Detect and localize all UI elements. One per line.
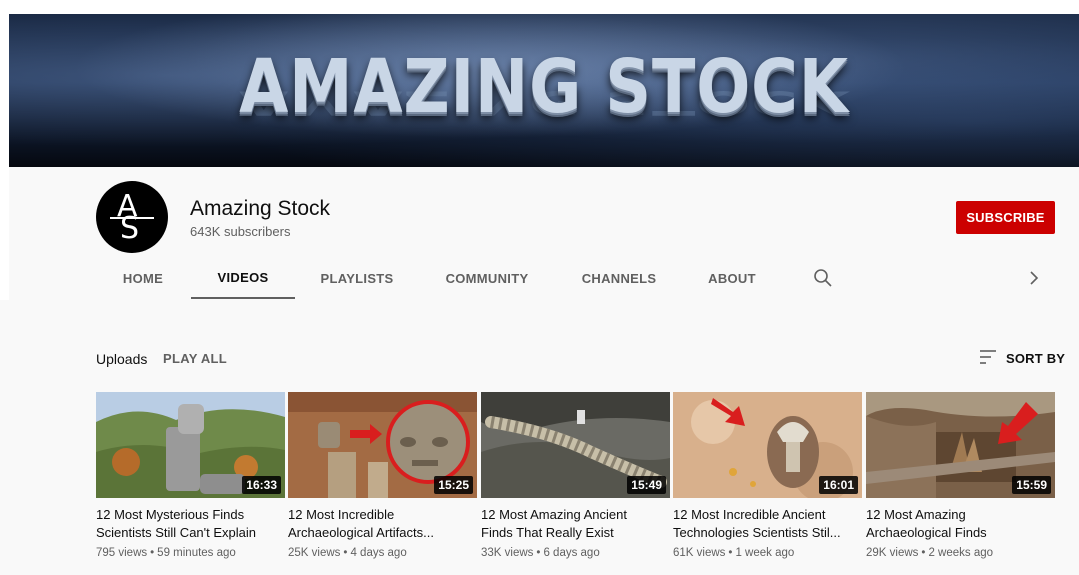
video-duration: 15:49 — [627, 476, 666, 494]
video-thumbnail[interactable]: 16:01 — [673, 392, 862, 498]
avatar-letter-s: S — [120, 211, 140, 246]
videos-section: Uploads PLAY ALL SORT BY 16:33 12 Most M… — [0, 300, 1079, 575]
tab-channels[interactable]: CHANNELS — [569, 258, 669, 299]
video-title-line: 12 Most Amazing Ancient — [481, 507, 627, 522]
video-meta: 25K views • 4 days ago — [288, 547, 477, 559]
video-meta: 29K views • 2 weeks ago — [866, 547, 1055, 559]
upload-age: 6 days ago — [543, 547, 600, 559]
video-meta: 795 views • 59 minutes ago — [96, 547, 285, 559]
upload-age: 4 days ago — [350, 547, 407, 559]
video-card[interactable]: 15:25 12 Most Incredible Archaeological … — [288, 392, 477, 559]
video-title[interactable]: 12 Most Incredible Ancient Technologies … — [673, 506, 862, 542]
view-count: 33K views — [481, 547, 534, 559]
video-card[interactable]: 15:49 12 Most Amazing Ancient Finds That… — [481, 392, 670, 559]
video-meta: 33K views • 6 days ago — [481, 547, 670, 559]
upload-age: 1 week ago — [735, 547, 795, 559]
view-count: 29K views — [866, 547, 919, 559]
view-count: 795 views — [96, 547, 148, 559]
video-meta: 61K views • 1 week ago — [673, 547, 862, 559]
tab-playlists[interactable]: PLAYLISTS — [305, 258, 409, 299]
video-title-line: 12 Most Mysterious Finds — [96, 507, 245, 522]
video-title-line: Archaeological Finds — [866, 525, 987, 540]
video-title-line: 12 Most Incredible — [288, 507, 395, 522]
upload-age: 59 minutes ago — [157, 547, 236, 559]
video-duration: 16:01 — [819, 476, 858, 494]
sort-by-button[interactable]: SORT BY — [1006, 351, 1065, 366]
video-title[interactable]: 12 Most Amazing Ancient Finds That Reall… — [481, 506, 670, 542]
view-count: 61K views — [673, 547, 726, 559]
search-icon[interactable] — [813, 268, 833, 288]
uploads-label: Uploads — [96, 351, 148, 367]
channel-name: Amazing Stock — [190, 197, 331, 220]
play-all-button[interactable]: PLAY ALL — [163, 351, 227, 366]
meta-separator: • — [536, 547, 541, 559]
video-title-line: Technologies Scientists Stil... — [673, 525, 841, 540]
video-title[interactable]: 12 Most Incredible Archaeological Artifa… — [288, 506, 477, 542]
meta-separator: • — [343, 547, 348, 559]
channel-tabs: HOME VIDEOS PLAYLISTS COMMUNITY CHANNELS… — [9, 258, 1079, 300]
subscribe-button[interactable]: SUBSCRIBE — [956, 201, 1055, 234]
channel-header: A S Amazing Stock 643K subscribers SUBSC… — [9, 167, 1079, 300]
tab-home[interactable]: HOME — [95, 258, 191, 299]
tab-community[interactable]: COMMUNITY — [434, 258, 540, 299]
video-card[interactable]: 16:01 12 Most Incredible Ancient Technol… — [673, 392, 862, 559]
meta-separator: • — [728, 547, 733, 559]
video-card[interactable]: 15:59 12 Most Amazing Archaeological Fin… — [866, 392, 1055, 559]
video-title[interactable]: 12 Most Amazing Archaeological Finds — [866, 506, 1055, 542]
video-title-line: 12 Most Amazing — [866, 507, 966, 522]
video-duration: 16:33 — [242, 476, 281, 494]
video-thumbnail[interactable]: 15:59 — [866, 392, 1055, 498]
video-title[interactable]: 12 Most Mysterious Finds Scientists Stil… — [96, 506, 285, 542]
video-duration: 15:25 — [434, 476, 473, 494]
meta-separator: • — [921, 547, 926, 559]
chevron-right-icon[interactable] — [1026, 270, 1042, 286]
subscriber-count: 643K subscribers — [190, 224, 291, 239]
tab-about[interactable]: ABOUT — [692, 258, 772, 299]
meta-separator: • — [150, 547, 155, 559]
video-duration: 15:59 — [1012, 476, 1051, 494]
video-thumbnail[interactable]: 16:33 — [96, 392, 285, 498]
tab-videos[interactable]: VIDEOS — [191, 258, 295, 299]
video-card[interactable]: 16:33 12 Most Mysterious Finds Scientist… — [96, 392, 285, 559]
video-title-line: 12 Most Incredible Ancient — [673, 507, 826, 522]
video-title-line: Scientists Still Can't Explain — [96, 525, 256, 540]
video-title-line: Finds That Really Exist — [481, 525, 614, 540]
channel-banner: AMAZING STOCK AMAZING STOCK — [9, 14, 1079, 167]
upload-age: 2 weeks ago — [928, 547, 994, 559]
channel-avatar[interactable]: A S — [96, 181, 168, 253]
video-title-line: Archaeological Artifacts... — [288, 525, 434, 540]
video-thumbnail[interactable]: 15:25 — [288, 392, 477, 498]
sort-icon[interactable] — [979, 349, 997, 365]
video-thumbnail[interactable]: 15:49 — [481, 392, 670, 498]
banner-title: AMAZING STOCK — [239, 44, 849, 130]
view-count: 25K views — [288, 547, 341, 559]
